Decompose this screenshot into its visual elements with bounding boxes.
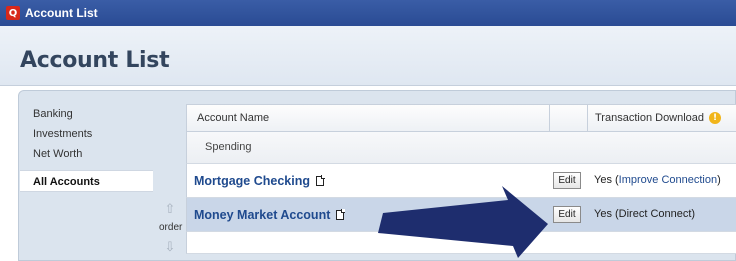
- sidebar-item-banking[interactable]: Banking: [20, 104, 153, 124]
- document-icon[interactable]: [336, 209, 346, 220]
- account-name-text: Money Market Account: [194, 208, 331, 222]
- improve-connection-link[interactable]: Improve Connection: [619, 174, 717, 186]
- table-row[interactable]: [186, 232, 736, 254]
- account-name-link[interactable]: Mortgage Checking: [194, 174, 325, 188]
- download-status-prefix: Yes (: [594, 174, 619, 186]
- table-row[interactable]: Money Market Account Edit Yes (Direct Co…: [186, 198, 736, 232]
- column-header-transaction-download[interactable]: Transaction Download !: [587, 105, 736, 131]
- edit-button[interactable]: Edit: [553, 206, 581, 223]
- window-title: Account List: [25, 6, 98, 20]
- group-row-spending: Spending: [186, 132, 736, 164]
- table-row[interactable]: Mortgage Checking Edit Yes (Improve Conn…: [186, 164, 736, 198]
- column-header-account-name[interactable]: Account Name: [187, 105, 549, 131]
- sidebar-item-investments[interactable]: Investments: [20, 124, 153, 144]
- sidebar-item-all-accounts[interactable]: All Accounts: [20, 170, 153, 192]
- sidebar: Banking Investments Net Worth All Accoun…: [20, 104, 153, 192]
- table-header-row: Account Name Transaction Download !: [186, 104, 736, 132]
- window-titlebar: Q Account List: [0, 0, 736, 26]
- app-icon: Q: [6, 6, 20, 20]
- page-header: Account List: [0, 26, 736, 86]
- sidebar-item-net-worth[interactable]: Net Worth: [20, 144, 153, 164]
- order-control: ⇧ order ⇩: [155, 198, 185, 260]
- document-icon[interactable]: [316, 175, 325, 186]
- info-icon[interactable]: !: [709, 112, 722, 124]
- group-label: Spending: [205, 141, 252, 153]
- download-status: Yes (Direct Connect): [594, 208, 696, 220]
- account-table: Account Name Transaction Download ! Spen…: [186, 104, 736, 254]
- order-label: order: [159, 222, 183, 233]
- column-header-transaction-download-label: Transaction Download: [595, 112, 705, 124]
- move-up-arrow-icon[interactable]: ⇧: [163, 202, 177, 216]
- page-title: Account List: [20, 48, 170, 73]
- edit-button[interactable]: Edit: [553, 172, 581, 189]
- move-down-arrow-icon[interactable]: ⇩: [163, 240, 177, 254]
- download-status-suffix: ): [717, 174, 721, 186]
- download-status: Yes (Improve Connection): [594, 174, 721, 186]
- column-header-edit: [549, 105, 587, 131]
- account-name-link[interactable]: Money Market Account: [194, 208, 346, 222]
- account-name-text: Mortgage Checking: [194, 174, 310, 188]
